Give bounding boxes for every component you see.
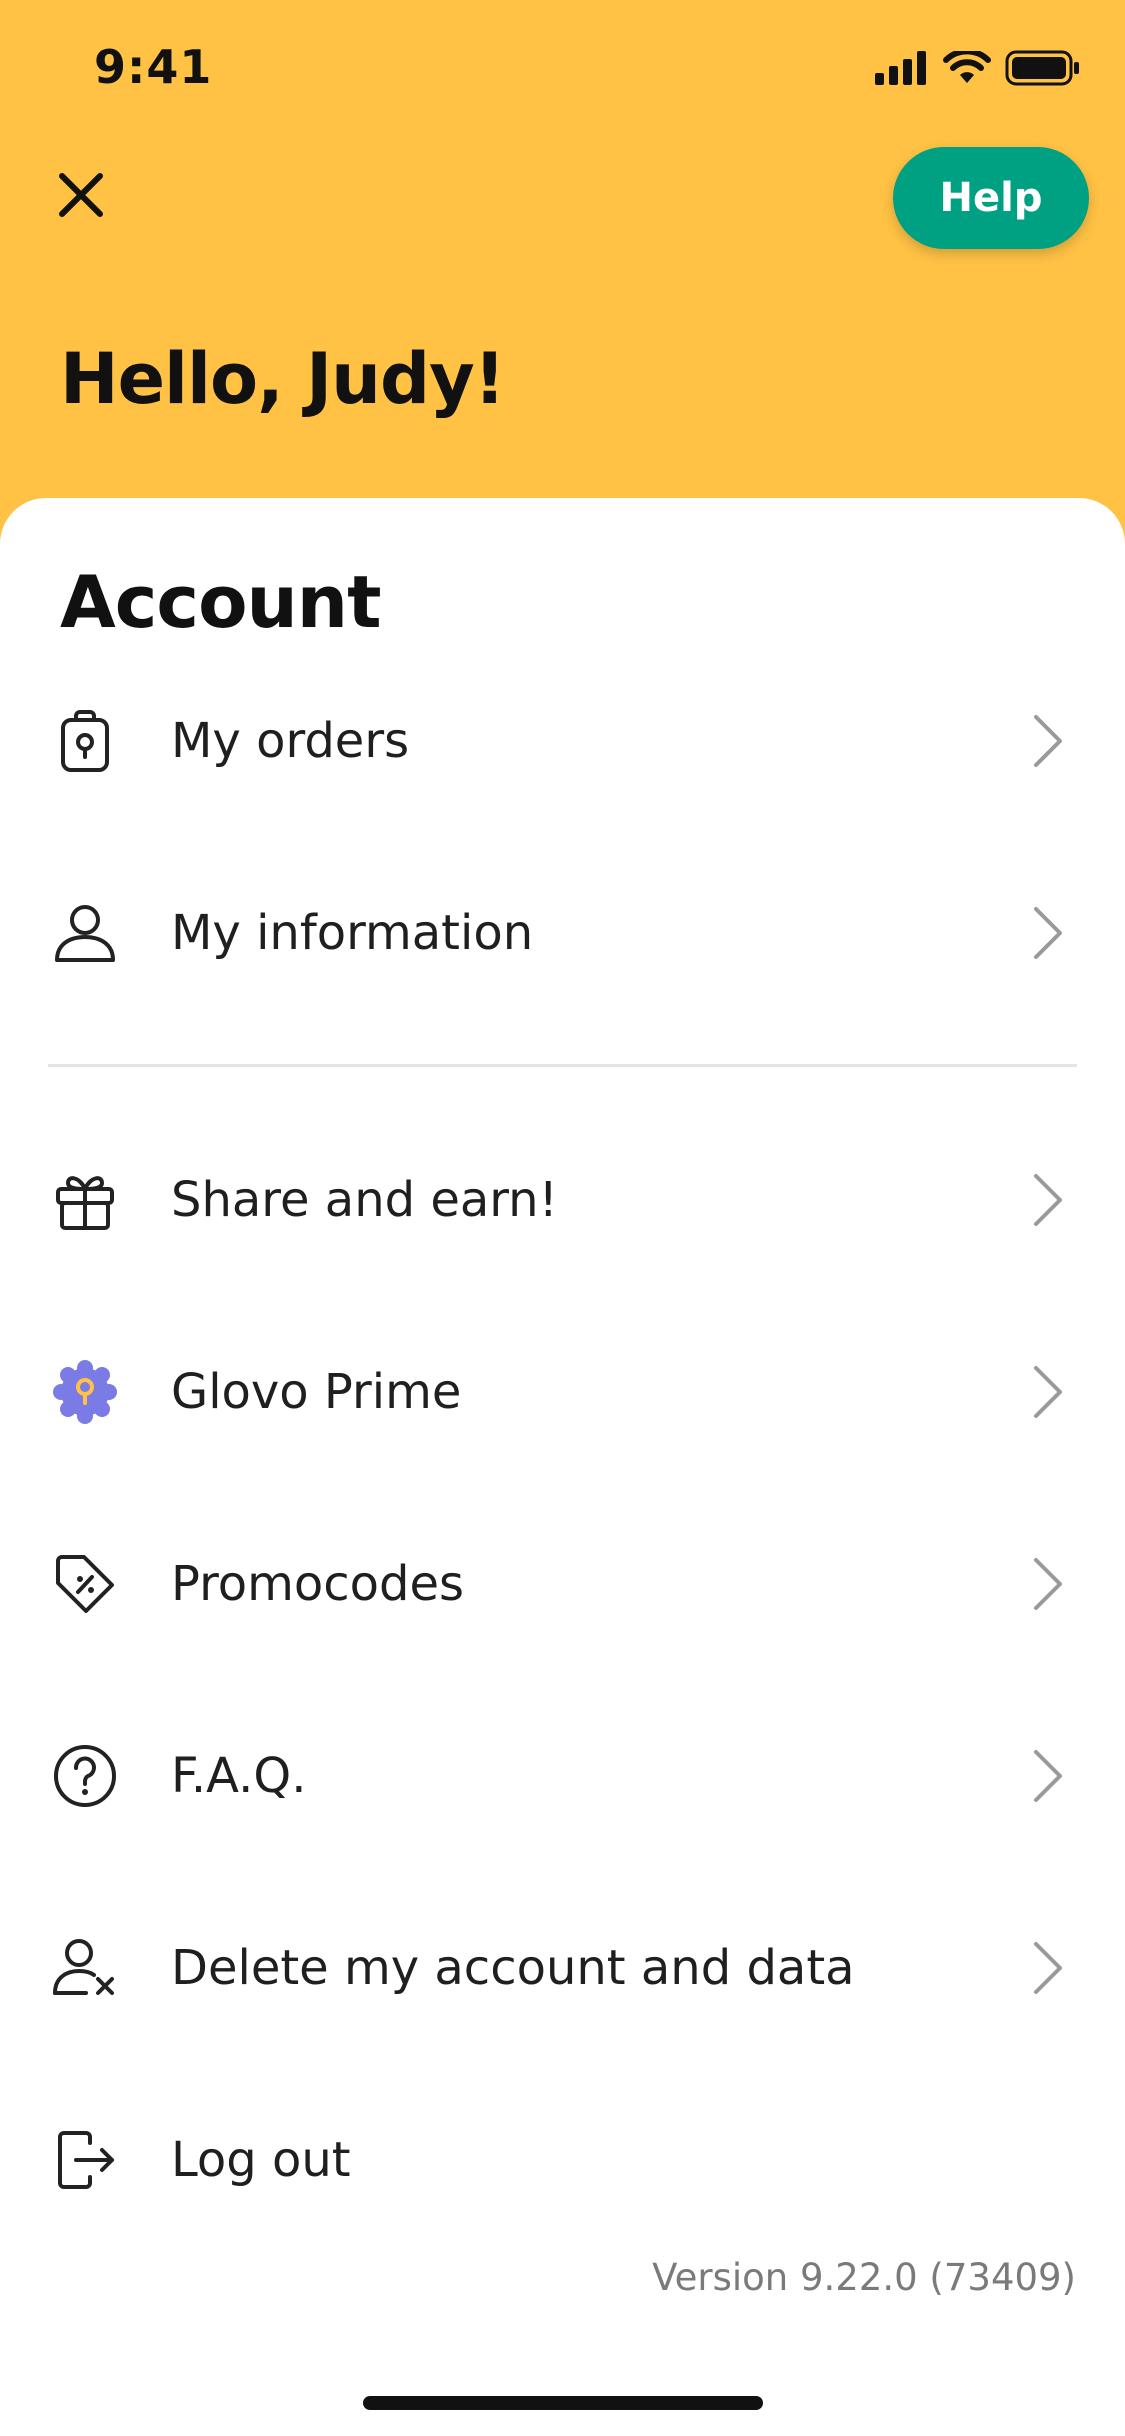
menu-item-glovo-prime[interactable]: Glovo Prime (0, 1307, 1125, 1477)
menu-item-label: Delete my account and data (171, 1940, 855, 1996)
battery-icon (1005, 50, 1079, 86)
menu-item-label: My orders (171, 713, 410, 769)
chevron-right-icon (1034, 1558, 1062, 1610)
chevron-right-icon (1034, 1366, 1062, 1418)
menu-item-label: Promocodes (171, 1556, 465, 1612)
menu-item-delete-account[interactable]: Delete my account and data (0, 1883, 1125, 2053)
gift-icon (56, 1176, 114, 1230)
chevron-right-icon (1034, 1174, 1062, 1226)
section-title: Account (60, 560, 381, 644)
wifi-icon (943, 51, 991, 83)
greeting-title: Hello, Judy! (60, 338, 506, 420)
home-indicator[interactable] (363, 2396, 763, 2410)
menu-item-label: F.A.Q. (171, 1748, 307, 1804)
menu-item-faq[interactable]: F.A.Q. (0, 1691, 1125, 1861)
menu-item-my-information[interactable]: My information (0, 848, 1125, 1018)
delete-user-icon (53, 1939, 114, 1995)
version-text: Version 9.22.0 (73409) (652, 2256, 1076, 2299)
menu-item-my-orders[interactable]: My orders (0, 656, 1125, 826)
logout-icon (58, 2131, 114, 2189)
shopping-bag-icon (61, 710, 109, 772)
system-icons (875, 50, 1081, 86)
status-time: 9:41 (94, 40, 213, 94)
help-button[interactable]: Help (893, 147, 1089, 249)
status-bar: 9:41 (0, 0, 1125, 140)
cellular-signal-icon (875, 51, 926, 85)
menu-item-log-out[interactable]: Log out (0, 2075, 1125, 2245)
chevron-right-icon (1034, 907, 1062, 959)
menu-item-promocodes[interactable]: Promocodes (0, 1499, 1125, 1669)
close-button[interactable] (48, 162, 114, 228)
discount-tag-icon (56, 1555, 114, 1613)
question-icon (54, 1745, 116, 1807)
user-icon (55, 905, 115, 962)
menu-item-label: Log out (171, 2132, 351, 2188)
close-icon (59, 173, 103, 217)
menu-item-share-and-earn[interactable]: Share and earn! (0, 1115, 1125, 1285)
menu-item-label: Share and earn! (171, 1172, 558, 1228)
chevron-right-icon (1034, 1942, 1062, 1994)
chevron-right-icon (1034, 1750, 1062, 1802)
prime-badge-icon (53, 1360, 117, 1424)
divider (48, 1064, 1077, 1067)
menu-item-label: Glovo Prime (171, 1364, 462, 1420)
account-sheet: Account My orders My information Share a… (0, 498, 1125, 2436)
chevron-right-icon (1034, 715, 1062, 767)
menu-item-label: My information (171, 905, 534, 961)
